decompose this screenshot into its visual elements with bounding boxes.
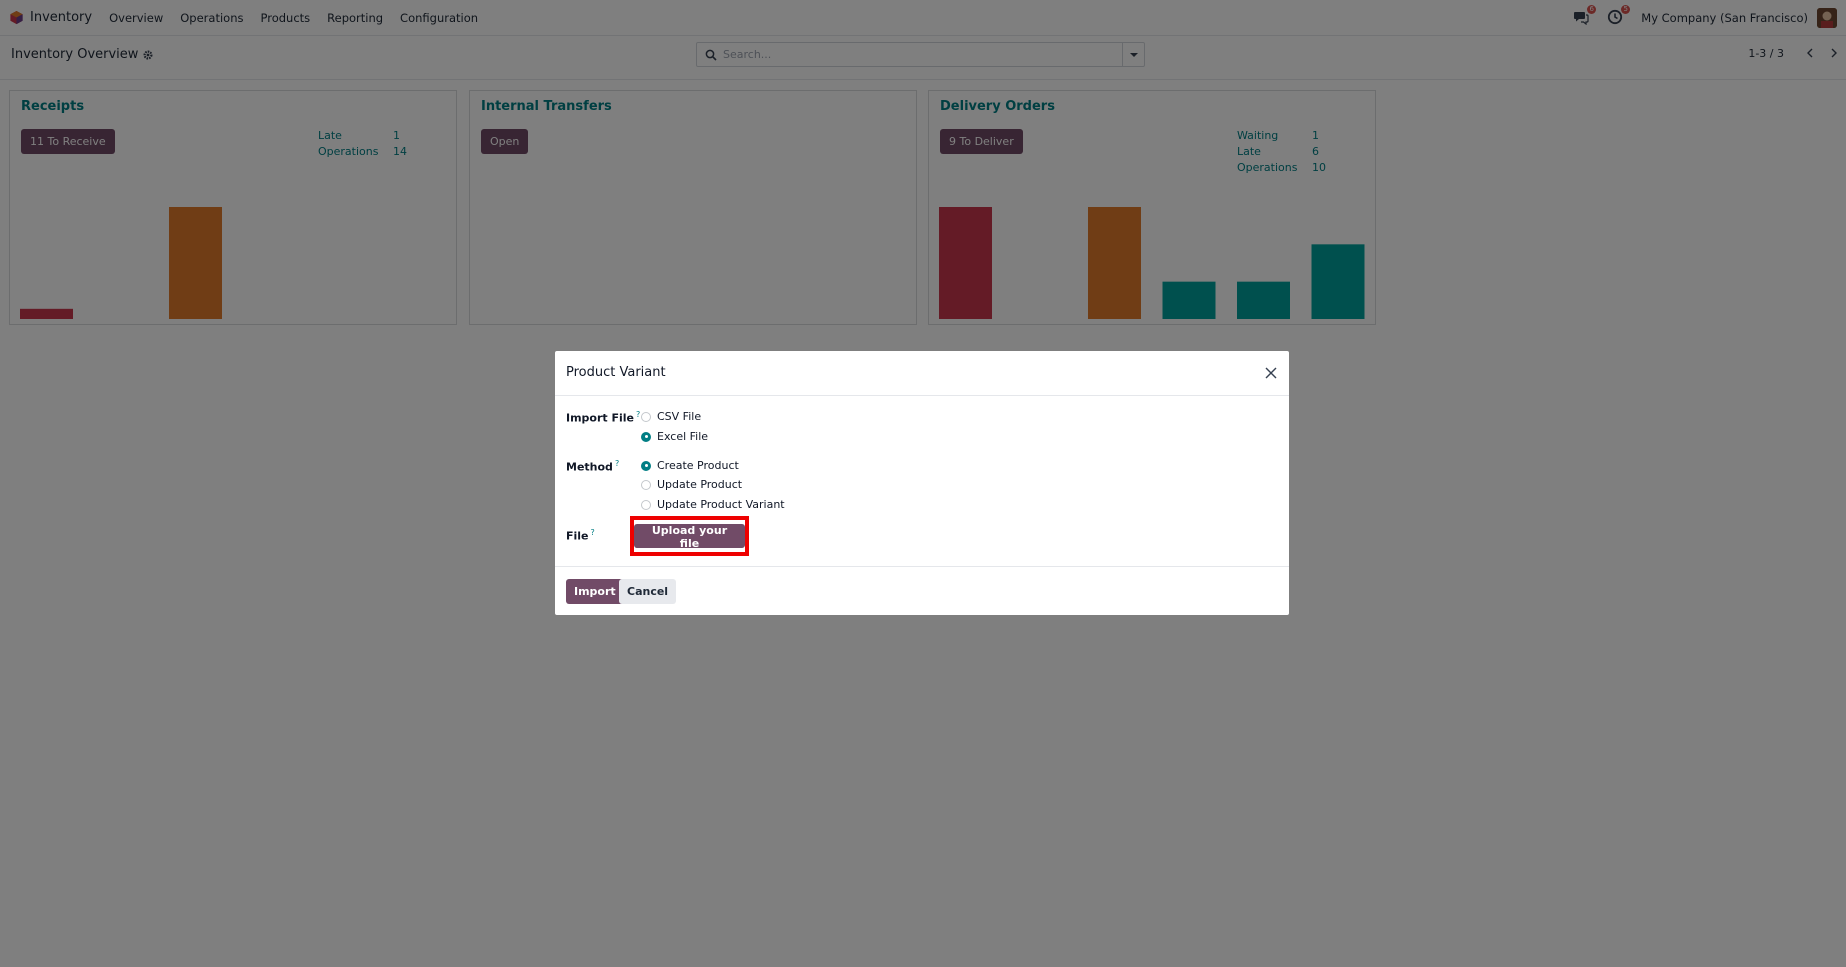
radio-create-product[interactable]: Create Product [641,459,739,472]
modal-title: Product Variant [566,365,666,380]
radio-label: Update Product [657,478,743,491]
modal-body: Import File? CSV File Excel File Method?… [555,396,1289,567]
radio-unchecked-icon [641,499,651,510]
upload-file-button[interactable]: Upload your file [634,524,745,550]
modal-header: Product Variant [555,351,1289,396]
import-file-label: Import File? [566,410,641,425]
radio-update-product[interactable]: Update Product [641,478,742,491]
radio-excel-file[interactable]: Excel File [641,430,708,443]
upload-highlight-box: Upload your file [630,516,749,556]
radio-unchecked-icon [641,479,651,490]
help-tooltip-icon[interactable]: ? [636,410,640,419]
close-icon[interactable] [1263,365,1279,381]
import-button[interactable]: Import [566,579,624,604]
radio-update-product-variant[interactable]: Update Product Variant [641,498,785,511]
radio-label: CSV File [657,410,702,423]
product-variant-dialog: Product Variant Import File? CSV File Ex… [555,351,1289,615]
help-tooltip-icon[interactable]: ? [615,459,619,468]
file-label: File? [566,528,595,543]
radio-unchecked-icon [641,411,651,422]
radio-csv-file[interactable]: CSV File [641,410,701,423]
cancel-button[interactable]: Cancel [619,579,677,604]
radio-label: Excel File [657,430,709,443]
method-label: Method? [566,459,620,474]
radio-checked-icon [641,431,651,442]
radio-label: Update Product Variant [657,498,785,511]
radio-checked-icon [641,460,651,471]
modal-footer: Import Cancel [555,567,1289,615]
radio-label: Create Product [657,459,739,472]
help-tooltip-icon[interactable]: ? [591,528,595,537]
